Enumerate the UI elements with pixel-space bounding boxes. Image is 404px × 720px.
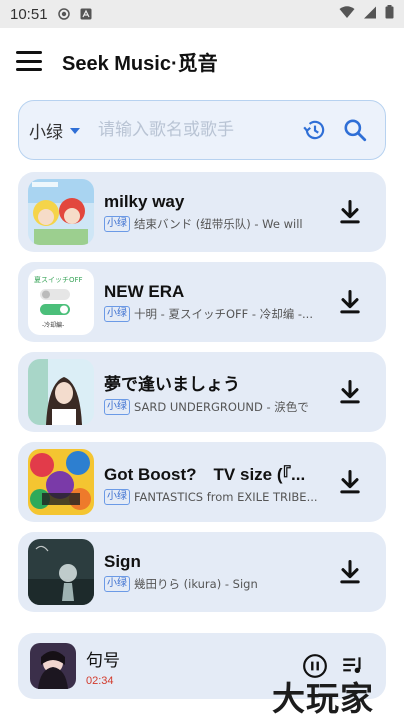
- cover-text: -冷却編-: [42, 321, 64, 329]
- now-playing-title: 句号: [86, 650, 120, 671]
- song-info: milky way 小绿 结束バンド (纽带乐队) - We will: [104, 192, 318, 232]
- song-title: milky way: [104, 192, 185, 211]
- source-tag: 小绿: [104, 216, 130, 232]
- album-cover: [28, 179, 94, 245]
- song-info: 夢で逢いましょう 小绿 SARD UNDERGROUND - 涙色で: [104, 370, 318, 415]
- menu-icon[interactable]: [16, 51, 42, 71]
- song-subtitle: 小绿 结束バンド (纽带乐队) - We will: [104, 216, 318, 232]
- album-cover: [28, 359, 94, 425]
- download-icon[interactable]: [336, 468, 364, 496]
- download-icon[interactable]: [336, 558, 364, 586]
- song-item[interactable]: Got Boost? TV size (『... 小绿 FANTASTICS f…: [18, 442, 386, 522]
- source-label: 小绿: [29, 122, 63, 143]
- download-icon[interactable]: [336, 288, 364, 316]
- app-bar: Seek Music·觅音: [0, 28, 404, 94]
- now-playing-cover: [30, 643, 76, 689]
- chevron-down-icon: [70, 128, 80, 134]
- source-tag: 小绿: [104, 398, 130, 415]
- song-title: Sign: [104, 552, 141, 571]
- song-info: Sign 小绿 幾田りら (ikura) - Sign: [104, 552, 318, 592]
- song-artist: 幾田りら (ikura) - Sign: [134, 577, 258, 591]
- search-input[interactable]: [98, 120, 295, 140]
- search-bar: 小绿: [18, 100, 386, 160]
- song-subtitle: 小绿 十明 - 夏スイッチOFF - 冷却编 -...: [104, 306, 318, 322]
- now-playing-time: 02:34: [86, 674, 114, 687]
- now-playing-info: 句号 02:34: [86, 646, 120, 687]
- song-artist: 十明 - 夏スイッチOFF - 冷却编 -...: [134, 307, 313, 321]
- song-item[interactable]: Sign 小绿 幾田りら (ikura) - Sign: [18, 532, 386, 612]
- status-bar: 10:51: [0, 0, 404, 28]
- source-dropdown[interactable]: 小绿: [29, 118, 80, 143]
- download-icon[interactable]: [336, 198, 364, 226]
- search-icon[interactable]: [335, 110, 375, 150]
- source-tag: 小绿: [104, 306, 130, 322]
- source-tag: 小绿: [104, 576, 130, 592]
- song-item[interactable]: milky way 小绿 结束バンド (纽带乐队) - We will: [18, 172, 386, 252]
- battery-icon: [385, 5, 394, 23]
- song-subtitle: 小绿 幾田りら (ikura) - Sign: [104, 576, 318, 592]
- app-title: Seek Music·觅音: [62, 52, 218, 75]
- song-item[interactable]: 夏スイッチOFF -冷却編- NEW ERA 小绿 十明 - 夏スイッチOFF …: [18, 262, 386, 342]
- history-icon[interactable]: [295, 110, 335, 150]
- song-subtitle: 小绿 SARD UNDERGROUND - 涙色で: [104, 398, 318, 415]
- wifi-icon: [339, 5, 355, 23]
- album-cover: [28, 539, 94, 605]
- song-subtitle: 小绿 FANTASTICS from EXILE TRIBE...: [104, 488, 318, 505]
- app-notification-icon: [80, 8, 92, 20]
- status-time: 10:51: [10, 5, 48, 23]
- song-info: NEW ERA 小绿 十明 - 夏スイッチOFF - 冷却编 -...: [104, 282, 318, 322]
- song-info: Got Boost? TV size (『... 小绿 FANTASTICS f…: [104, 460, 318, 505]
- song-title: Got Boost? TV size (『...: [104, 464, 306, 484]
- watermark: 大玩家: [272, 679, 374, 718]
- song-artist: SARD UNDERGROUND - 涙色で: [134, 399, 309, 414]
- song-list: milky way 小绿 结束バンド (纽带乐队) - We will 夏スイッ…: [18, 172, 386, 622]
- cover-text: 夏スイッチOFF: [34, 276, 83, 284]
- song-artist: 结束バンド (纽带乐队) - We will: [134, 217, 303, 231]
- song-artist: FANTASTICS from EXILE TRIBE...: [134, 489, 318, 504]
- song-title: 夢で逢いましょう: [104, 374, 240, 394]
- signal-icon: [363, 6, 377, 23]
- song-title: NEW ERA: [104, 282, 185, 301]
- download-icon[interactable]: [336, 378, 364, 406]
- record-icon: [57, 8, 70, 20]
- album-cover: [28, 449, 94, 515]
- source-tag: 小绿: [104, 488, 130, 505]
- album-cover: 夏スイッチOFF -冷却編-: [28, 269, 94, 335]
- song-item[interactable]: 夢で逢いましょう 小绿 SARD UNDERGROUND - 涙色で: [18, 352, 386, 432]
